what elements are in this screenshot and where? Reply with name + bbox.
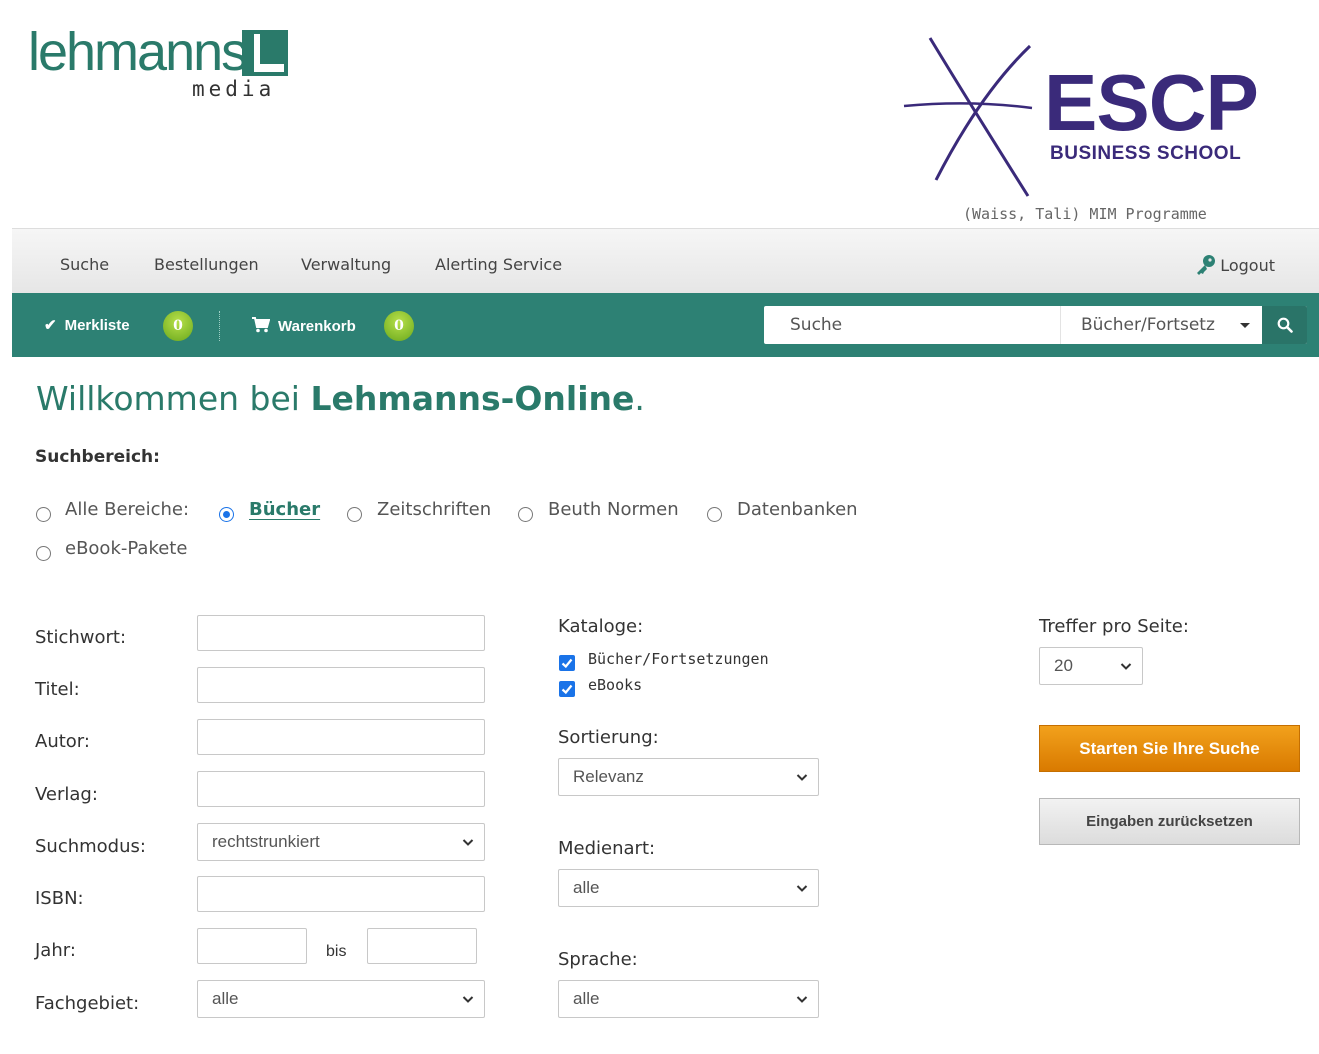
- warenkorb-link[interactable]: Warenkorb: [252, 317, 356, 336]
- start-search-button[interactable]: Starten Sie Ihre Suche: [1039, 725, 1300, 772]
- radio-label-beuth-normen[interactable]: Beuth Normen: [548, 499, 679, 521]
- escp-star-icon: [903, 37, 1033, 197]
- radio-datenbanken[interactable]: [707, 507, 722, 522]
- top-nav: Suche Bestellungen Verwaltung Alerting S…: [12, 228, 1319, 293]
- treffer-label: Treffer pro Seite:: [1039, 616, 1189, 637]
- nav-suche[interactable]: Suche: [60, 256, 109, 274]
- jahr-bis-label: bis: [326, 943, 347, 960]
- stichwort-label: Stichwort:: [35, 627, 127, 648]
- stichwort-input[interactable]: [197, 615, 485, 651]
- sortierung-label: Sortierung:: [558, 727, 659, 748]
- radio-beuth-normen[interactable]: [518, 507, 533, 522]
- key-icon: [1197, 255, 1216, 275]
- isbn-label: ISBN:: [35, 888, 84, 909]
- radio-label-ebook-pakete[interactable]: eBook-Pakete: [65, 538, 187, 560]
- checkbox-buecher-fortsetzungen[interactable]: [559, 655, 575, 671]
- radio-label-buecher[interactable]: Bücher: [249, 499, 320, 521]
- chevron-down-icon: [796, 996, 808, 1003]
- sortierung-select[interactable]: Relevanz: [558, 758, 819, 796]
- titel-input[interactable]: [197, 667, 485, 703]
- verlag-input[interactable]: [197, 771, 485, 807]
- lehmanns-logo-mark-icon: [242, 30, 288, 76]
- fachgebiet-select[interactable]: alle: [197, 980, 485, 1018]
- logout-link[interactable]: Logout: [1194, 254, 1275, 276]
- jahr-label: Jahr:: [35, 940, 76, 961]
- lehmanns-logo-sub: media: [192, 77, 276, 101]
- chevron-down-icon: [462, 839, 474, 846]
- check-icon: [561, 684, 573, 695]
- checkbox-label-ebooks[interactable]: eBooks: [588, 675, 642, 695]
- page-title: Willkommen bei Lehmanns-Online.: [36, 378, 645, 420]
- radio-alle-bereiche[interactable]: [36, 507, 51, 522]
- quick-search: Bücher/Fortsetz: [764, 306, 1307, 344]
- suchmodus-select[interactable]: rechtstrunkiert: [197, 823, 485, 861]
- search-icon: [1277, 317, 1293, 333]
- suchmodus-label: Suchmodus:: [35, 836, 146, 857]
- radio-label-datenbanken[interactable]: Datenbanken: [737, 499, 858, 521]
- user-info: (Waiss, Tali) MIM Programme: [963, 205, 1207, 223]
- nav-bestellungen[interactable]: Bestellungen: [154, 256, 259, 274]
- page-title-brand: Lehmanns-Online: [310, 379, 635, 418]
- autor-input[interactable]: [197, 719, 485, 755]
- radio-buecher[interactable]: [219, 507, 234, 522]
- check-icon: ✔: [44, 317, 57, 334]
- warenkorb-count-badge: 0: [384, 311, 414, 341]
- action-bar-divider: [219, 311, 220, 341]
- radio-zeitschriften[interactable]: [347, 507, 362, 522]
- merkliste-link[interactable]: ✔ Merkliste: [44, 317, 130, 335]
- search-button[interactable]: [1262, 306, 1307, 344]
- search-input[interactable]: [764, 306, 1086, 344]
- caret-down-icon: [1240, 323, 1250, 328]
- checkbox-label-buecher-fortsetzungen[interactable]: Bücher/Fortsetzungen: [588, 649, 769, 669]
- sprache-value: alle: [573, 989, 600, 1008]
- chevron-down-icon: [462, 996, 474, 1003]
- radio-ebook-pakete[interactable]: [36, 546, 51, 561]
- logout-label: Logout: [1220, 256, 1275, 275]
- catalog-dropdown[interactable]: Bücher/Fortsetz: [1060, 306, 1262, 344]
- suchmodus-value: rechtstrunkiert: [212, 832, 320, 851]
- isbn-input[interactable]: [197, 876, 485, 912]
- action-bar: ✔ Merkliste 0 Warenkorb 0 Bücher/Fortsetz: [12, 293, 1319, 357]
- page-title-prefix: Willkommen bei: [36, 379, 311, 418]
- radio-label-zeitschriften[interactable]: Zeitschriften: [377, 499, 491, 521]
- chevron-down-icon: [796, 774, 808, 781]
- medienart-label: Medienart:: [558, 838, 656, 859]
- autor-label: Autor:: [35, 731, 90, 752]
- merkliste-label: Merkliste: [64, 317, 130, 334]
- chevron-down-icon: [1120, 663, 1132, 670]
- medienart-select[interactable]: alle: [558, 869, 819, 907]
- sortierung-value: Relevanz: [573, 767, 644, 786]
- catalog-dropdown-value: Bücher/Fortsetz: [1081, 315, 1215, 335]
- radio-label-alle-bereiche[interactable]: Alle Bereiche:: [65, 499, 189, 521]
- lehmanns-logo: lehmanns: [28, 22, 248, 82]
- checkbox-ebooks[interactable]: [559, 681, 575, 697]
- jahr-from-input[interactable]: [197, 928, 307, 964]
- page-title-suffix: .: [634, 379, 645, 418]
- sprache-label: Sprache:: [558, 949, 638, 970]
- treffer-select[interactable]: 20: [1039, 647, 1143, 685]
- merkliste-count-badge: 0: [163, 311, 193, 341]
- reset-button[interactable]: Eingaben zurücksetzen: [1039, 798, 1300, 845]
- escp-logo: ESCP: [1044, 58, 1259, 147]
- medienart-value: alle: [573, 878, 600, 897]
- chevron-down-icon: [796, 885, 808, 892]
- kataloge-label: Kataloge:: [558, 616, 644, 637]
- jahr-to-input[interactable]: [367, 928, 477, 964]
- nav-alerting-service[interactable]: Alerting Service: [435, 256, 562, 274]
- nav-verwaltung[interactable]: Verwaltung: [301, 256, 391, 274]
- verlag-label: Verlag:: [35, 784, 98, 805]
- check-icon: [561, 658, 573, 669]
- fachgebiet-value: alle: [212, 989, 239, 1008]
- escp-logo-sub: BUSINESS SCHOOL: [1050, 143, 1242, 164]
- suchbereich-label: Suchbereich:: [35, 447, 160, 467]
- titel-label: Titel:: [35, 679, 80, 700]
- cart-icon: [252, 317, 271, 333]
- sprache-select[interactable]: alle: [558, 980, 819, 1018]
- treffer-value: 20: [1054, 656, 1073, 675]
- warenkorb-label: Warenkorb: [278, 318, 356, 335]
- fachgebiet-label: Fachgebiet:: [35, 993, 140, 1014]
